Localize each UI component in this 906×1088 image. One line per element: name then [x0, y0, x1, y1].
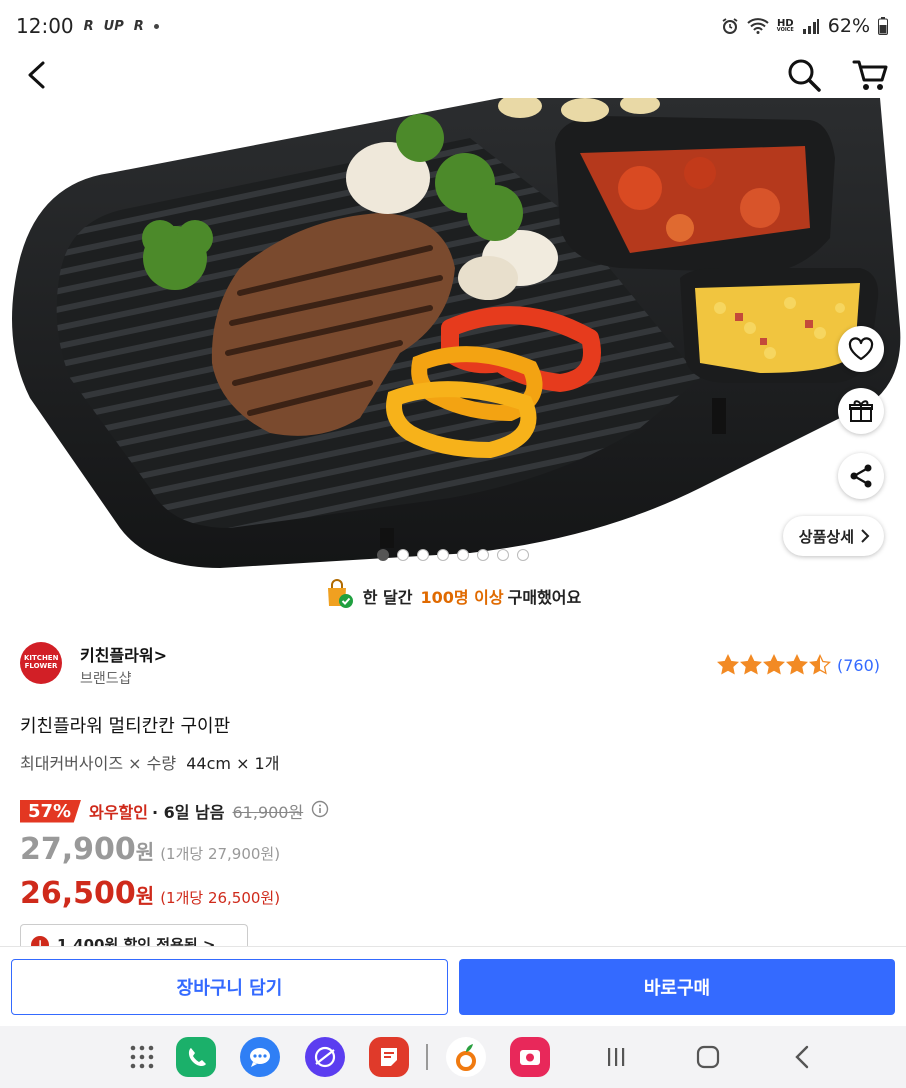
sale-price-currency: 원 — [135, 840, 155, 864]
wifi-icon — [747, 18, 769, 34]
purchase-count-banner: 한 달간 100명 이상 구매했어요 — [0, 578, 906, 614]
buy-now-button[interactable]: 바로구매 — [459, 959, 895, 1015]
rating-summary[interactable]: (760) — [716, 654, 880, 676]
brand-logo[interactable]: KITCHEN FLOWER — [20, 642, 62, 684]
recent-apps-icon[interactable] — [596, 1037, 636, 1077]
more-notifications-dot — [153, 23, 159, 29]
purchase-count-prefix: 한 달간 — [362, 588, 413, 607]
alarm-icon — [721, 17, 739, 35]
internet-app-icon[interactable] — [305, 1037, 345, 1077]
carousel-dot[interactable] — [397, 549, 409, 561]
wow-price-currency: 원 — [135, 884, 155, 908]
share-button[interactable] — [838, 453, 884, 499]
search-icon[interactable] — [784, 55, 824, 95]
phone-app-icon[interactable] — [176, 1037, 216, 1077]
home-icon[interactable] — [688, 1037, 728, 1077]
share-icon — [850, 464, 872, 488]
top-app-bar — [0, 52, 906, 98]
hd-voice-icon: HD VOICE — [776, 18, 794, 34]
discount-remaining: · 6일 남음 — [151, 803, 225, 822]
wow-price-row: 26,500 원 (1개당 26,500원) — [20, 876, 280, 911]
chevron-right-icon — [861, 529, 870, 543]
carousel-dot[interactable] — [497, 549, 509, 561]
star-icon — [808, 654, 831, 675]
wow-price: 26,500 — [20, 876, 136, 911]
wishlist-heart-button[interactable] — [838, 326, 884, 372]
product-option[interactable]: 최대커버사이즈 × 수량 44cm × 1개 — [20, 750, 279, 774]
product-image-carousel[interactable]: 상품상세 — [0, 98, 906, 576]
notes-app-icon[interactable] — [369, 1037, 409, 1077]
shopping-bag-check-icon — [325, 579, 355, 613]
purchase-count-suffix: 구매했어요 — [507, 588, 582, 607]
battery-icon — [878, 17, 888, 35]
purchase-count-highlight: 100명 이상 — [420, 588, 504, 607]
carousel-dot[interactable] — [457, 549, 469, 561]
star-icon — [716, 654, 739, 675]
product-page: 12:00 R UP R HD VOICE 62% 상품상세 한 달간 100명… — [0, 0, 906, 1088]
sale-price-row: 27,900 원 (1개당 27,900원) — [20, 832, 280, 867]
heart-icon — [848, 337, 874, 361]
status-bar: 12:00 R UP R HD VOICE 62% — [0, 0, 906, 52]
signal-icon — [802, 18, 820, 34]
cart-icon[interactable] — [850, 55, 890, 95]
sale-price: 27,900 — [20, 832, 136, 867]
carousel-dot[interactable] — [377, 549, 389, 561]
gift-icon — [849, 400, 873, 422]
discount-rate-badge: 57% — [20, 799, 82, 823]
recent-app-icon[interactable] — [446, 1037, 486, 1077]
clock: 12:00 — [16, 14, 74, 38]
notification-icon: UP — [103, 18, 124, 34]
option-label: 최대커버사이즈 × 수량 — [20, 754, 177, 773]
seller-type: 브랜드샵 — [80, 671, 132, 687]
carousel-dot[interactable] — [477, 549, 489, 561]
messages-app-icon[interactable] — [240, 1037, 280, 1077]
star-icon — [785, 654, 808, 675]
wow-discount-label: 와우할인 — [89, 803, 148, 822]
screen-recorder-app-icon[interactable] — [510, 1037, 550, 1077]
rating-stars — [716, 654, 831, 676]
purchase-action-bar: 장바구니 담기 바로구매 — [0, 946, 906, 1026]
carousel-indicator — [0, 549, 906, 561]
add-to-cart-button[interactable]: 장바구니 담기 — [11, 959, 448, 1015]
carousel-dot[interactable] — [517, 549, 529, 561]
gift-button[interactable] — [838, 388, 884, 434]
dock-divider — [426, 1044, 428, 1070]
star-icon — [739, 654, 762, 675]
product-detail-label: 상품상세 — [798, 527, 854, 546]
option-value: 44cm × 1개 — [186, 754, 280, 773]
star-icon — [762, 654, 785, 675]
review-count[interactable]: (760) — [837, 656, 880, 675]
product-photo — [12, 98, 901, 568]
original-price: 61,900원 — [232, 803, 304, 822]
sale-unit-price: (1개당 27,900원) — [160, 845, 281, 863]
system-back-icon[interactable] — [782, 1037, 822, 1077]
notification-icon: R — [133, 18, 144, 34]
carousel-dot[interactable] — [417, 549, 429, 561]
notification-icon: R — [83, 18, 94, 34]
battery-percent: 62% — [827, 15, 870, 37]
wow-unit-price: (1개당 26,500원) — [160, 889, 281, 907]
system-navigation-bar — [0, 1026, 906, 1088]
back-arrow-icon[interactable] — [16, 55, 56, 95]
app-drawer-icon[interactable] — [122, 1037, 162, 1077]
discount-row: 57% 와우할인 · 6일 남음 61,900원 — [20, 797, 329, 825]
product-title: 키친플라워 멀티칸칸 구이판 — [20, 716, 231, 737]
seller-name-link[interactable]: 키친플라워> — [80, 642, 167, 666]
carousel-dot[interactable] — [437, 549, 449, 561]
info-icon[interactable] — [311, 800, 329, 822]
seller-row: KITCHEN FLOWER 키친플라워> 브랜드샵 (760) — [20, 638, 886, 690]
